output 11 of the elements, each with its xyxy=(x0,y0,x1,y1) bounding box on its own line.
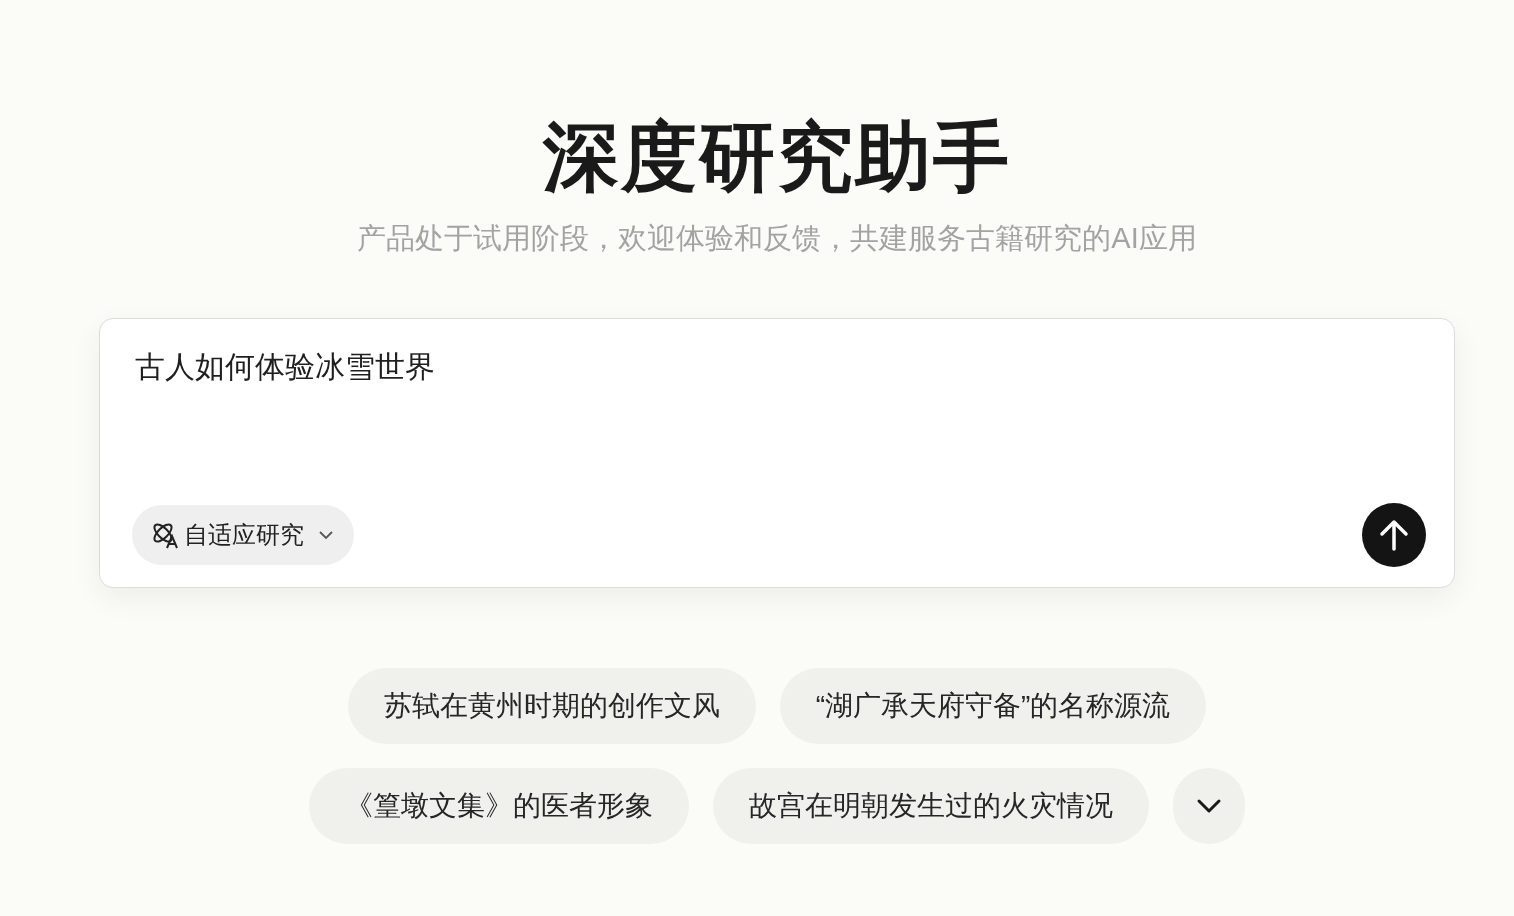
mode-dropdown[interactable]: 自适应研究 xyxy=(132,505,354,565)
page-title: 深度研究助手 xyxy=(543,114,1011,201)
chevron-down-icon xyxy=(1196,798,1222,814)
suggestion-chip[interactable]: 《篁墩文集》的医者形象 xyxy=(309,768,689,844)
query-field[interactable]: 古人如何体验冰雪世界 自适应研究 xyxy=(99,318,1455,588)
subtitle: 产品处于试用阶段，欢迎体验和反馈，共建服务古籍研究的AI应用 xyxy=(357,221,1197,256)
atom-text-icon xyxy=(150,520,180,550)
suggestion-chip[interactable]: “湖广承天府守备”的名称源流 xyxy=(779,668,1207,744)
suggestion-chip[interactable]: 故宫在明朝发生过的火灾情况 xyxy=(713,768,1149,844)
suggestion-chip[interactable]: 苏轼在黄州时期的创作文风 xyxy=(347,668,756,744)
arrow-up-icon xyxy=(1377,518,1411,552)
